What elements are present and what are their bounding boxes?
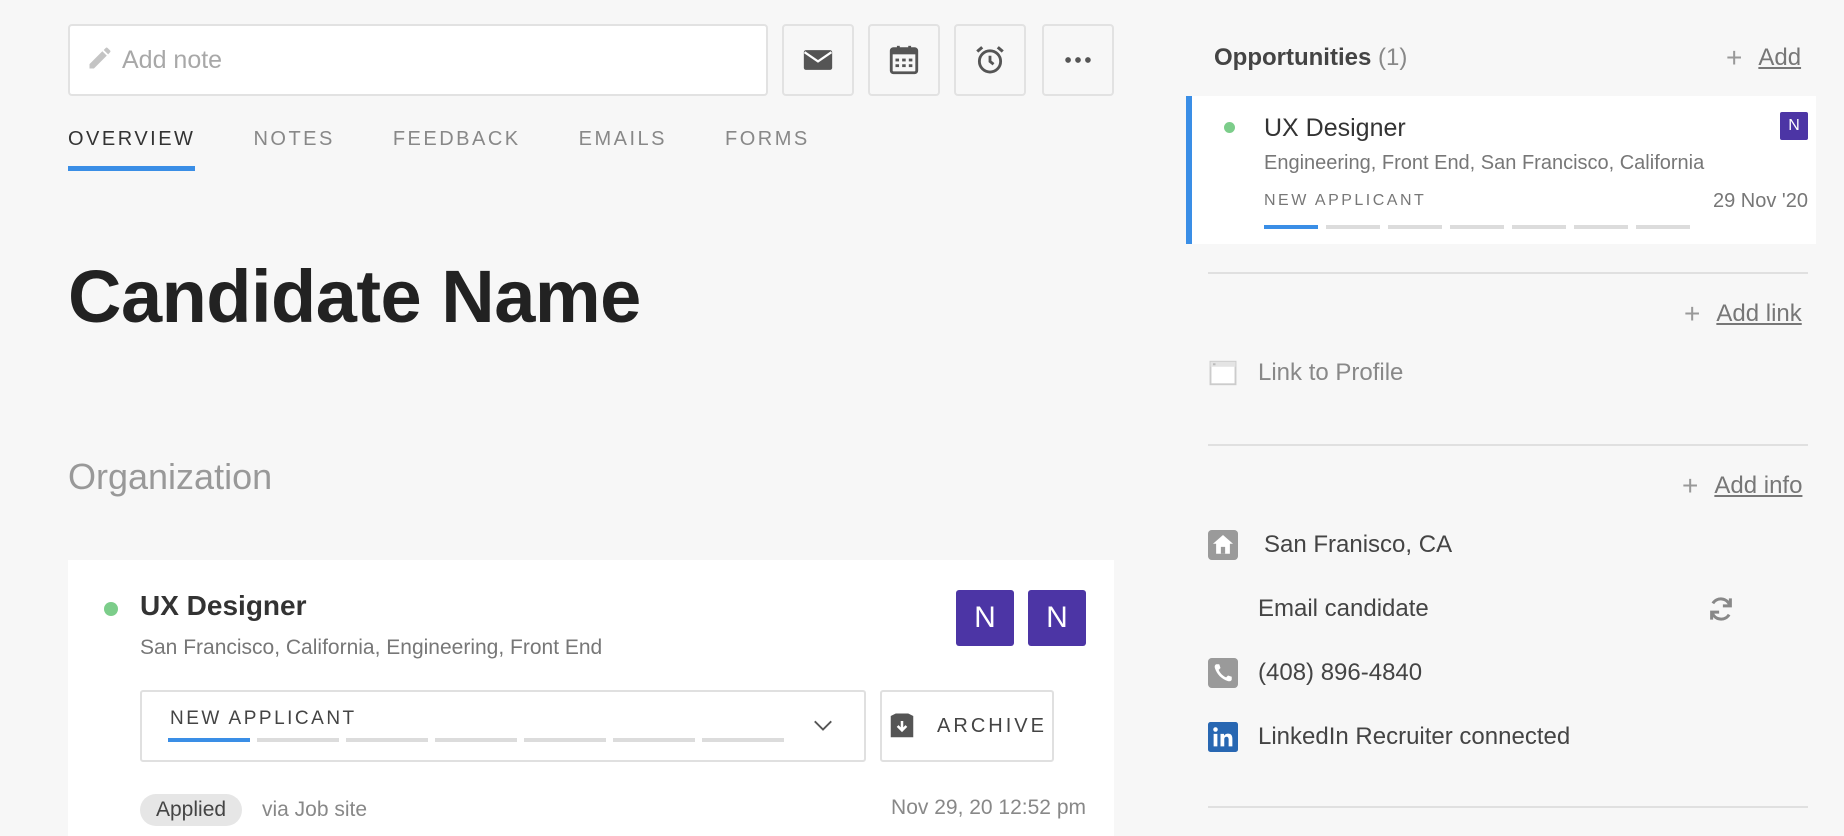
chevron-down-icon [814,720,832,731]
add-note-input[interactable] [122,45,722,75]
stage-progress [168,738,791,742]
plus-icon: + [1682,470,1699,501]
opportunity-title[interactable]: UX Designer [140,590,307,622]
email-row: Email candidate [1208,594,1429,624]
archive-label: ARCHIVE [937,714,1047,737]
archive-box-icon [890,713,914,738]
owner-avatar[interactable]: N [956,590,1014,646]
browser-window-icon [1208,358,1238,388]
stage-label: NEW APPLICANT [170,708,357,729]
opportunities-heading: Opportunities (1) [1214,44,1408,71]
stage-select[interactable]: NEW APPLICANT [140,690,866,762]
add-info: + Add info [1682,470,1802,502]
email-button[interactable] [782,24,854,96]
sidebar-stage-label: NEW APPLICANT [1264,192,1427,209]
add-opportunity: + Add [1726,42,1801,74]
sidebar-opportunity-subtitle: Engineering, Front End, San Francisco, C… [1264,152,1705,174]
linkedin-row: LinkedIn Recruiter connected [1208,722,1570,752]
refresh-icon[interactable] [1706,594,1736,624]
status-dot [1224,122,1235,133]
owner-avatar: N [1780,112,1808,140]
link-to-profile[interactable]: Link to Profile [1258,359,1403,387]
candidate-name: Candidate Name [68,255,641,338]
linkedin-icon [1208,722,1238,752]
add-link: + Add link [1684,298,1802,330]
tab-bar: OVERVIEW NOTES FEEDBACK EMAILS FORMS [68,128,868,171]
phone-number[interactable]: (408) 896-4840 [1258,659,1422,687]
opportunity-card: UX Designer San Francisco, California, E… [68,560,1114,836]
location-row: San Franisco, CA [1208,530,1452,560]
email-placeholder-icon [1208,594,1238,624]
status-dot [104,602,118,616]
source-text: via Job site [262,798,368,821]
opportunity-subtitle: San Francisco, California, Engineering, … [140,636,603,659]
sidebar-opportunity-title: UX Designer [1264,114,1406,142]
sidebar-opportunity-card[interactable]: UX Designer N Engineering, Front End, Sa… [1186,96,1816,244]
tab-emails[interactable]: EMAILS [579,128,667,171]
reminder-button[interactable] [954,24,1026,96]
phone-icon [1208,658,1238,688]
home-icon [1208,530,1238,560]
divider [1208,272,1808,274]
calendar-icon [889,45,919,75]
schedule-button[interactable] [868,24,940,96]
tab-notes[interactable]: NOTES [253,128,334,171]
profile-link-row[interactable]: Link to Profile [1208,358,1403,388]
email-candidate-link[interactable]: Email candidate [1258,595,1429,623]
linkedin-status: LinkedIn Recruiter connected [1258,723,1571,750]
location-text: San Franisco, CA [1264,531,1453,558]
opportunities-count: (1) [1378,44,1408,71]
owner-avatar[interactable]: N [1028,590,1086,646]
add-opportunity-link[interactable]: Add [1758,44,1801,72]
pencil-icon [86,44,122,77]
sidebar-opportunity-date: 29 Nov '20 [1713,190,1808,212]
sidebar-stage-progress [1264,225,1698,229]
tab-overview[interactable]: OVERVIEW [68,128,196,171]
add-info-button[interactable]: Add info [1714,472,1802,500]
tab-forms[interactable]: FORMS [725,128,810,171]
organization-heading: Organization [68,456,273,497]
plus-icon: + [1726,42,1743,73]
divider [1208,444,1808,446]
plus-icon: + [1684,298,1701,329]
applied-timestamp: Nov 29, 20 12:52 pm [891,796,1086,819]
envelope-icon [803,50,833,70]
ellipsis-icon [1065,57,1091,63]
archive-button[interactable]: ARCHIVE [880,690,1054,762]
tab-feedback[interactable]: FEEDBACK [393,128,521,171]
applied-badge: Applied [140,794,243,826]
divider [1208,806,1808,808]
phone-row: (408) 896-4840 [1208,658,1422,688]
more-actions-button[interactable] [1042,24,1114,96]
add-link-button[interactable]: Add link [1716,300,1801,328]
add-note-field[interactable] [68,24,768,96]
alarm-clock-icon [976,46,1004,74]
